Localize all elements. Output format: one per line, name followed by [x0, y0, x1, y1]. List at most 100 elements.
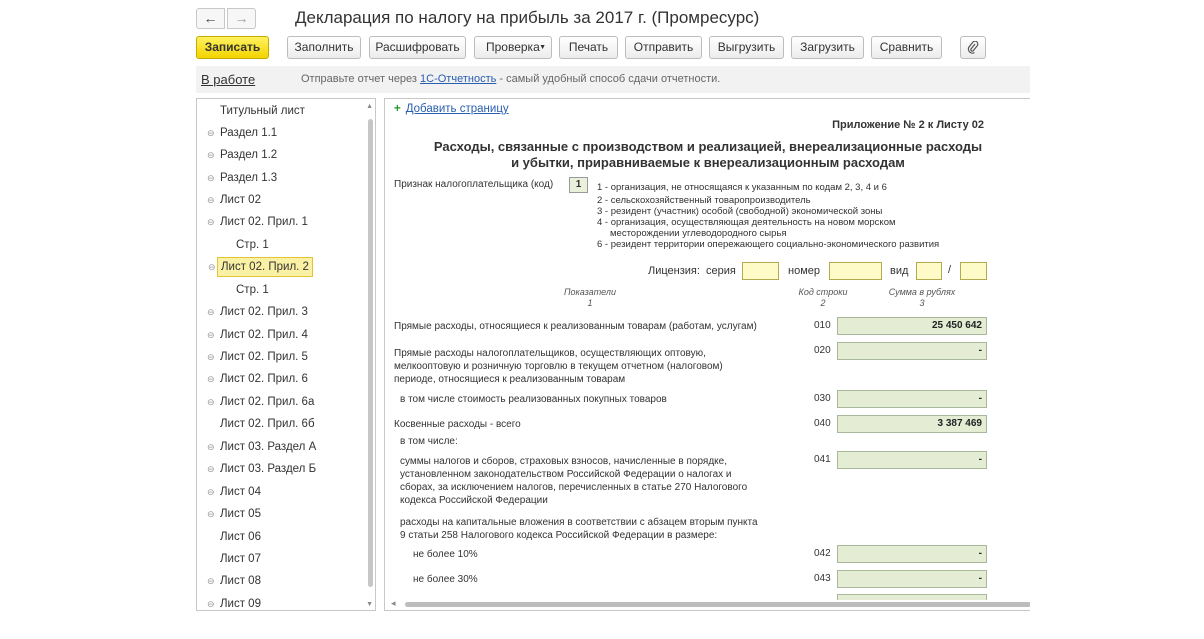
expand-icon[interactable]: ⊖ [207, 212, 215, 232]
scroll-up-icon[interactable]: ▲ [366, 103, 373, 110]
expand-icon[interactable]: ⊖ [207, 571, 215, 591]
license-kind-label: вид [890, 265, 909, 277]
row-041-amount[interactable]: - [837, 451, 987, 469]
tree-item-page-1[interactable]: Стр. 1 [236, 280, 269, 300]
unload-button[interactable]: Выгрузить [709, 36, 784, 59]
expand-icon[interactable]: ⊖ [207, 190, 215, 210]
license-kind-input[interactable] [916, 262, 942, 280]
expand-icon[interactable]: ⊖ [207, 504, 215, 524]
column-header-code: Код строки 2 [788, 287, 858, 309]
tree-item-label: Лист 02. Прил. 1 [220, 216, 308, 228]
expand-icon[interactable]: ⊖ [208, 258, 216, 276]
row-040-label: Косвенные расходы - всего [394, 419, 521, 430]
row-020-code: 020 [814, 345, 831, 356]
back-button[interactable]: ← [196, 8, 225, 29]
row-040-code: 040 [814, 418, 831, 429]
add-page-label: Добавить страницу [405, 103, 509, 115]
next-row-amount[interactable] [837, 594, 987, 600]
tree-item-label: Титульный лист [220, 105, 305, 117]
expand-icon[interactable]: ⊖ [207, 347, 215, 367]
expand-icon[interactable]: ⊖ [207, 459, 215, 479]
license-kind-suffix-input[interactable] [960, 262, 987, 280]
add-page-link[interactable]: + Добавить страницу [394, 103, 509, 115]
expand-icon[interactable]: ⊖ [207, 392, 215, 412]
print-button[interactable]: Печать [559, 36, 618, 59]
row-043-amount[interactable]: - [837, 570, 987, 588]
tree-item-sheet-09[interactable]: ⊖ Лист 09 [207, 594, 261, 610]
row-042-amount[interactable]: - [837, 545, 987, 563]
load-button[interactable]: Загрузить [791, 36, 864, 59]
row-020-amount[interactable]: - [837, 342, 987, 360]
tree-item-sheet-02-app-5[interactable]: ⊖ Лист 02. Прил. 5 [207, 347, 308, 367]
status-hint-prefix: Отправьте отчет через [301, 73, 421, 85]
license-series-input[interactable] [742, 262, 779, 280]
tree-item-sheet-02-app-6b[interactable]: Лист 02. Прил. 6б [220, 414, 315, 434]
column-header-indicators: Показатели 1 [545, 287, 635, 309]
taxpayer-code-field[interactable]: 1 [569, 177, 588, 193]
attach-button[interactable] [960, 36, 986, 59]
tree-item-section-1-2[interactable]: ⊖ Раздел 1.2 [207, 145, 277, 165]
tree-item-sheet-02-app-1[interactable]: ⊖ Лист 02. Прил. 1 [207, 212, 308, 232]
expand-icon[interactable]: ⊖ [207, 325, 215, 345]
row-041-label: сборах, за исключением налогов, перечисл… [400, 482, 748, 493]
tree-item-section-1-3[interactable]: ⊖ Раздел 1.3 [207, 168, 277, 188]
tree-item-sheet-05[interactable]: ⊖ Лист 05 [207, 504, 261, 524]
appendix-caption: Приложение № 2 к Листу 02 [832, 119, 984, 131]
tree-item-title-page[interactable]: Титульный лист [220, 101, 305, 121]
row-010-amount[interactable]: 25 450 642 [837, 317, 987, 335]
expand-icon[interactable]: ⊖ [207, 168, 215, 188]
check-button[interactable]: Проверка ▼ [474, 36, 552, 59]
fill-button[interactable]: Заполнить [287, 36, 361, 59]
expand-icon[interactable]: ⊖ [207, 302, 215, 322]
tree-item-page-1[interactable]: Стр. 1 [236, 235, 269, 255]
sections-tree[interactable]: Титульный лист ⊖ Раздел 1.1 ⊖ Раздел 1.2 ⊖… [196, 98, 376, 611]
tree-item-sheet-06[interactable]: Лист 06 [220, 527, 261, 547]
reporting-link[interactable]: 1С-Отчетность [420, 73, 496, 85]
save-button[interactable]: Записать [196, 36, 269, 59]
tree-item-sheet-04[interactable]: ⊖ Лист 04 [207, 482, 261, 502]
row-041-label: кодекса Российской Федерации [400, 495, 548, 506]
tree-item-label: Лист 02. Прил. 6а [220, 396, 315, 408]
tree-item-sheet-02-app-4[interactable]: ⊖ Лист 02. Прил. 4 [207, 325, 308, 345]
row-020-label: периоде, относящиеся к реализованным тов… [394, 374, 626, 385]
scroll-down-icon[interactable]: ▼ [366, 601, 373, 608]
expand-icon[interactable]: ⊖ [207, 594, 215, 610]
send-button[interactable]: Отправить [625, 36, 702, 59]
tree-item-sheet-02-app-6a[interactable]: ⊖ Лист 02. Прил. 6а [207, 392, 315, 412]
tree-item-sheet-02-app-3[interactable]: ⊖ Лист 02. Прил. 3 [207, 302, 308, 322]
expand-icon[interactable]: ⊖ [207, 369, 215, 389]
taxpayer-label: Признак налогоплательщика (код) [394, 179, 554, 190]
column-header-text: Показатели [564, 287, 616, 297]
compare-button[interactable]: Сравнить [871, 36, 942, 59]
tree-item-label: Лист 06 [220, 531, 261, 543]
tree-item-label: Лист 02. Прил. 6 [220, 373, 308, 385]
row-010-code: 010 [814, 320, 831, 331]
tree-item-sheet-03-section-a[interactable]: ⊖ Лист 03. Раздел А [207, 437, 316, 457]
expand-icon[interactable]: ⊖ [207, 123, 215, 143]
tree-item-sheet-02-app-6[interactable]: ⊖ Лист 02. Прил. 6 [207, 369, 308, 389]
tree-scrollbar[interactable] [368, 119, 373, 587]
row-030-amount[interactable]: - [837, 390, 987, 408]
license-number-input[interactable] [829, 262, 882, 280]
form-horizontal-scrollbar[interactable] [405, 602, 1030, 607]
tree-item-sheet-02[interactable]: ⊖ Лист 02 [207, 190, 261, 210]
expand-icon[interactable]: ⊖ [207, 437, 215, 457]
check-label: Проверка [486, 40, 540, 54]
tree-item-sheet-03-section-b[interactable]: ⊖ Лист 03. Раздел Б [207, 459, 316, 479]
scroll-left-icon[interactable]: ◂ [391, 598, 396, 609]
row-040-amount[interactable]: 3 387 469 [837, 415, 987, 433]
decode-button[interactable]: Расшифровать [369, 36, 466, 59]
tree-item-sheet-07[interactable]: Лист 07 [220, 549, 261, 569]
tree-item-sheet-02-app-2[interactable]: ⊖ Лист 02. Прил. 2 [208, 257, 313, 277]
expand-icon[interactable]: ⊖ [207, 482, 215, 502]
forward-button[interactable]: → [227, 8, 256, 29]
tree-item-section-1-1[interactable]: ⊖ Раздел 1.1 [207, 123, 277, 143]
column-number: 1 [587, 298, 593, 308]
status-hint-suffix: - самый удобный способ сдачи отчетности. [496, 73, 721, 85]
tree-item-sheet-08[interactable]: ⊖ Лист 08 [207, 571, 261, 591]
status-state-link[interactable]: В работе [201, 72, 255, 87]
taxpayer-option: месторождении углеводородного сырья [610, 228, 787, 239]
column-number: 3 [919, 298, 925, 308]
expand-icon[interactable]: ⊖ [207, 145, 215, 165]
tree-item-label: Лист 02 [220, 194, 261, 206]
